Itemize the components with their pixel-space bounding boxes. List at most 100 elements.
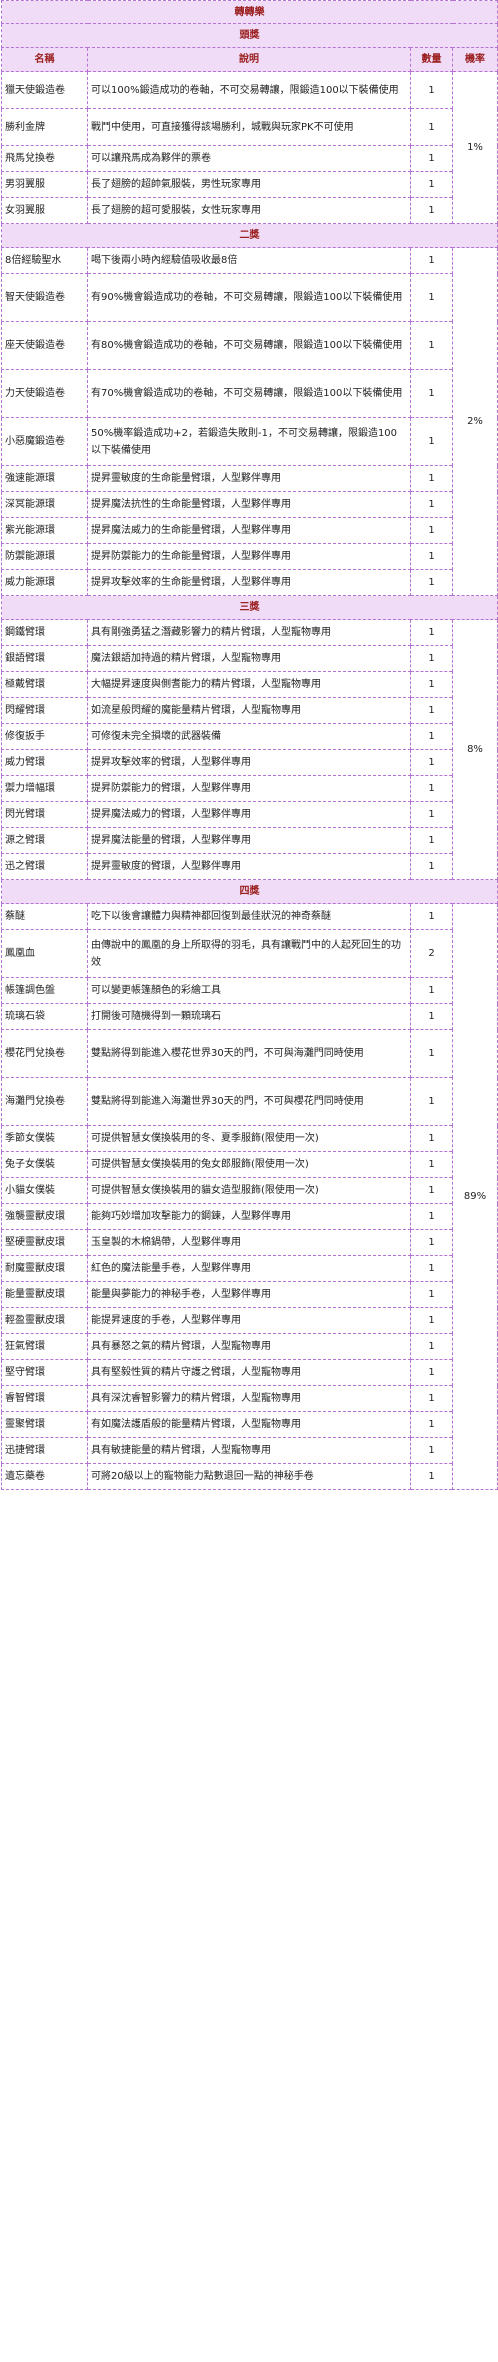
header-name: 名稱 — [1, 47, 88, 72]
item-name: 輕盈靈獸皮環 — [1, 1307, 88, 1334]
table-row: 小貓女僕裝 可提供智慧女僕換裝用的貓女造型服飾(限使用一次) 1 — [1, 1177, 498, 1204]
item-name: 兔子女僕裝 — [1, 1151, 88, 1178]
item-qty: 2 — [410, 929, 453, 978]
section-rate: 8% — [452, 619, 498, 880]
table-row: 櫻花門兌換卷 雙點將得到能進入櫻花世界30天的門，不可與海灘門同時使用 1 — [1, 1029, 498, 1078]
item-qty: 1 — [410, 465, 453, 492]
prize-table-body: 轉轉樂 頭獎 名稱 說明 數量 機率 獵天使鍛造卷 可以100%鍛造成功的卷軸，不可交易轉讓… — [1, 0, 498, 1490]
item-desc: 有如魔法護盾般的能量精片臂環，人型寵物專用 — [87, 1411, 411, 1438]
section-rate: 1% — [452, 71, 498, 224]
section-rate: 2% — [452, 247, 498, 596]
item-qty: 1 — [410, 1255, 453, 1282]
item-name: 迅捷臂環 — [1, 1437, 88, 1464]
item-name: 深冥能源環 — [1, 491, 88, 518]
table-row: 威力能源環 提昇攻擊效率的生命能量臂環，人型夥伴專用 1 — [1, 569, 498, 596]
item-name: 修復扳手 — [1, 723, 88, 750]
item-desc: 可提供智慧女僕換裝用的冬、夏季服飾(限使用一次) — [87, 1125, 411, 1152]
item-qty: 1 — [410, 197, 453, 224]
item-qty: 1 — [410, 1411, 453, 1438]
table-row: 季節女僕裝 可提供智慧女僕換裝用的冬、夏季服飾(限使用一次) 1 — [1, 1125, 498, 1152]
item-desc: 可提供智慧女僕換裝用的兔女郎服飾(限使用一次) — [87, 1151, 411, 1178]
table-row: 琉璃石袋 打開後可隨機得到一顆琉璃石 1 — [1, 1003, 498, 1030]
item-name: 櫻花門兌換卷 — [1, 1029, 88, 1078]
item-qty: 1 — [410, 491, 453, 518]
item-name: 帳篷調色盤 — [1, 977, 88, 1004]
item-qty: 1 — [410, 1463, 453, 1490]
table-row: 強襲靈獸皮環 能夠巧妙增加攻擊能力的鋼鍊，人型夥伴專用 1 — [1, 1203, 498, 1230]
item-qty: 1 — [410, 171, 453, 198]
item-qty: 1 — [410, 321, 453, 370]
item-desc: 長了翅膀的超帥氣服裝，男性玩家專用 — [87, 171, 411, 198]
item-qty: 1 — [410, 645, 453, 672]
table-row: 修復扳手 可修復未完全損壞的武器裝備 1 — [1, 723, 498, 750]
item-desc: 有90%機會鍛造成功的卷軸，不可交易轉讓，限鍛造100以下裝備使用 — [87, 273, 411, 322]
table-row: 閃耀臂環 如流星般閃耀的魔能量精片臂環，人型寵物專用 1 — [1, 697, 498, 724]
item-name: 座天使鍛造卷 — [1, 321, 88, 370]
item-name: 威力臂環 — [1, 749, 88, 776]
item-qty: 1 — [410, 1359, 453, 1386]
item-qty: 1 — [410, 1077, 453, 1126]
table-row: 堅硬靈獸皮環 玉皇製的木棉鍋帶，人型夥伴專用 1 — [1, 1229, 498, 1256]
table-row: 智天使鍛造卷 有90%機會鍛造成功的卷軸，不可交易轉讓，限鍛造100以下裝備使用 1 — [1, 273, 498, 322]
item-name: 堅硬靈獸皮環 — [1, 1229, 88, 1256]
item-qty: 1 — [410, 1385, 453, 1412]
item-desc: 提昇魔法威力的臂環，人型夥伴專用 — [87, 801, 411, 828]
section-label: 二獎 — [1, 223, 498, 248]
section-rate: 89% — [452, 903, 498, 1490]
item-desc: 可將20級以上的寵物能力點數退回一點的神秘手卷 — [87, 1463, 411, 1490]
item-qty: 1 — [410, 977, 453, 1004]
table-row: 迅之臂環 提昇靈敏度的臂環，人型夥伴專用 1 — [1, 853, 498, 880]
item-qty: 1 — [410, 801, 453, 828]
table-row: 鳳凰血 由傳說中的鳳凰的身上所取得的羽毛，具有讓戰鬥中的人起死回生的功效 2 — [1, 929, 498, 978]
item-name: 獵天使鍛造卷 — [1, 71, 88, 109]
table-row: 極戴臂環 大幅提昇速度與側耆能力的精片臂環，人型寵物專用 1 — [1, 671, 498, 698]
item-name: 強速能源環 — [1, 465, 88, 492]
item-qty: 1 — [410, 247, 453, 274]
item-qty: 1 — [410, 1281, 453, 1308]
table-row: 小惡魔鍛造卷 50%機率鍛造成功+2，若鍛造失敗則-1，不可交易轉讓，限鍛造100… — [1, 417, 498, 466]
header-qty: 數量 — [410, 47, 453, 72]
item-desc: 提昇靈敏度的生命能量臂環，人型夥伴專用 — [87, 465, 411, 492]
item-name: 威力能源環 — [1, 569, 88, 596]
table-row: 閃光臂環 提昇魔法威力的臂環，人型夥伴專用 1 — [1, 801, 498, 828]
item-qty: 1 — [410, 853, 453, 880]
item-qty: 1 — [410, 1029, 453, 1078]
item-name: 禦力增幅環 — [1, 775, 88, 802]
item-desc: 魔法銀語加持過的精片臂環，人型寵物專用 — [87, 645, 411, 672]
item-desc: 打開後可隨機得到一顆琉璃石 — [87, 1003, 411, 1030]
section-label: 三獎 — [1, 595, 498, 620]
item-name: 閃耀臂環 — [1, 697, 88, 724]
table-row: 遺忘藥卷 可將20級以上的寵物能力點數退回一點的神秘手卷 1 — [1, 1463, 498, 1490]
item-desc: 提昇魔法能量的臂環，人型夥伴專用 — [87, 827, 411, 854]
table-row: 能量靈獸皮環 能量與夢能力的神秘手卷，人型夥伴專用 1 — [1, 1281, 498, 1308]
item-desc: 具有深沈睿智影響力的精片臂環，人型寵物專用 — [87, 1385, 411, 1412]
item-name: 鳳凰血 — [1, 929, 88, 978]
table-row: 輕盈靈獸皮環 能提昇速度的手卷，人型夥伴專用 1 — [1, 1307, 498, 1334]
item-name: 小惡魔鍛造卷 — [1, 417, 88, 466]
item-desc: 能量與夢能力的神秘手卷，人型夥伴專用 — [87, 1281, 411, 1308]
item-name: 女羽翼服 — [1, 197, 88, 224]
item-qty: 1 — [410, 775, 453, 802]
item-desc: 由傳說中的鳳凰的身上所取得的羽毛，具有讓戰鬥中的人起死回生的功效 — [87, 929, 411, 978]
section-label: 四獎 — [1, 879, 498, 904]
item-desc: 具有暴怒之氣的精片臂環，人型寵物專用 — [87, 1333, 411, 1360]
item-name: 迅之臂環 — [1, 853, 88, 880]
item-qty: 1 — [410, 1125, 453, 1152]
item-qty: 1 — [410, 569, 453, 596]
item-name: 蔡醚 — [1, 903, 88, 930]
item-desc: 可以變更帳篷顏色的彩繪工具 — [87, 977, 411, 1004]
table-row: 堅守臂環 具有堅毅性質的精片守護之臂環，人型寵物專用 1 — [1, 1359, 498, 1386]
item-qty: 1 — [410, 543, 453, 570]
item-name: 紫光能源環 — [1, 517, 88, 544]
item-desc: 玉皇製的木棉鍋帶，人型夥伴專用 — [87, 1229, 411, 1256]
item-name: 小貓女僕裝 — [1, 1177, 88, 1204]
item-qty: 1 — [410, 1177, 453, 1204]
item-desc: 提昇魔法抗性的生命能量臂環，人型夥伴專用 — [87, 491, 411, 518]
item-qty: 1 — [410, 1437, 453, 1464]
table-row: 禦力增幅環 提昇防禦能力的臂環，人型夥伴專用 1 — [1, 775, 498, 802]
item-name: 堅守臂環 — [1, 1359, 88, 1386]
table-row: 鋼鐵臂環 具有剛強勇猛之潛藏影響力的精片臂環，人型寵物專用 1 8% — [1, 619, 498, 880]
item-desc: 可以讓飛馬成為夥伴的票卷 — [87, 145, 411, 172]
table-row: 耐魔靈獸皮環 紅色的魔法能量手卷，人型夥伴專用 1 — [1, 1255, 498, 1282]
item-desc: 能夠巧妙增加攻擊能力的鋼鍊，人型夥伴專用 — [87, 1203, 411, 1230]
